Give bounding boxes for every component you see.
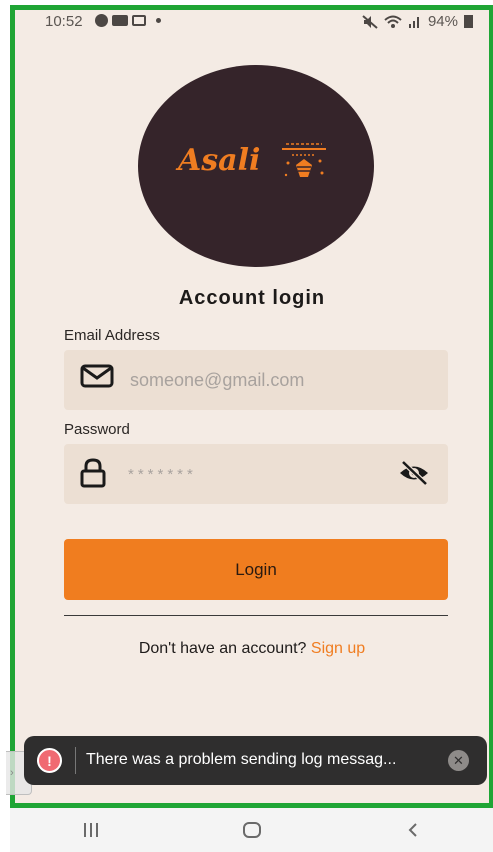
battery-percent: 94%: [427, 13, 458, 30]
lock-icon: [80, 458, 106, 488]
home-icon: [242, 822, 261, 838]
app-screen: 10:52 94% Asali Account login Email Addr…: [10, 5, 493, 808]
mail-icon: [80, 364, 114, 388]
youtube-icon: [112, 15, 128, 26]
email-label: Email Address: [64, 327, 160, 344]
home-button[interactable]: [171, 808, 332, 852]
status-time: 10:52: [45, 13, 83, 30]
password-label: Password: [64, 421, 130, 438]
password-value: *******: [128, 466, 197, 483]
notification-icons: [95, 14, 161, 27]
eye-off-icon[interactable]: [398, 460, 430, 486]
email-field[interactable]: someone@gmail.com: [64, 350, 448, 410]
battery-icon: [464, 15, 473, 28]
recents-button[interactable]: [10, 808, 171, 852]
divider: [64, 615, 448, 616]
logo-text: Asali: [178, 143, 261, 178]
status-bar: 10:52 94%: [15, 10, 489, 36]
app-logo: Asali: [138, 65, 374, 267]
wifi-icon: [384, 15, 402, 28]
toast-message: There was a problem sending log messag..…: [86, 751, 397, 768]
notification-app-icon: [95, 14, 108, 27]
close-icon[interactable]: ✕: [448, 750, 469, 771]
system-status: 94%: [362, 13, 473, 30]
signup-prompt: Don't have an account? Sign up: [15, 640, 489, 658]
login-button[interactable]: Login: [64, 539, 448, 600]
signal-icon: [408, 16, 419, 28]
page-title: Account login: [178, 287, 326, 309]
error-toast: ! There was a problem sending log messag…: [24, 736, 487, 785]
password-field[interactable]: *******: [64, 444, 448, 504]
back-icon: [408, 823, 418, 837]
toast-separator: [75, 747, 76, 774]
signup-prompt-text: Don't have an account?: [138, 640, 307, 657]
recents-icon: [83, 823, 98, 837]
mute-icon: [362, 14, 378, 29]
gallery-icon: [132, 15, 146, 26]
email-placeholder: someone@gmail.com: [130, 370, 305, 390]
more-dot-icon: [156, 18, 161, 23]
signup-link[interactable]: Sign up: [311, 640, 365, 657]
error-icon: !: [37, 748, 62, 773]
system-nav-bar: [10, 808, 493, 852]
bee-hive-icon: [282, 143, 326, 177]
back-button[interactable]: [333, 808, 493, 852]
